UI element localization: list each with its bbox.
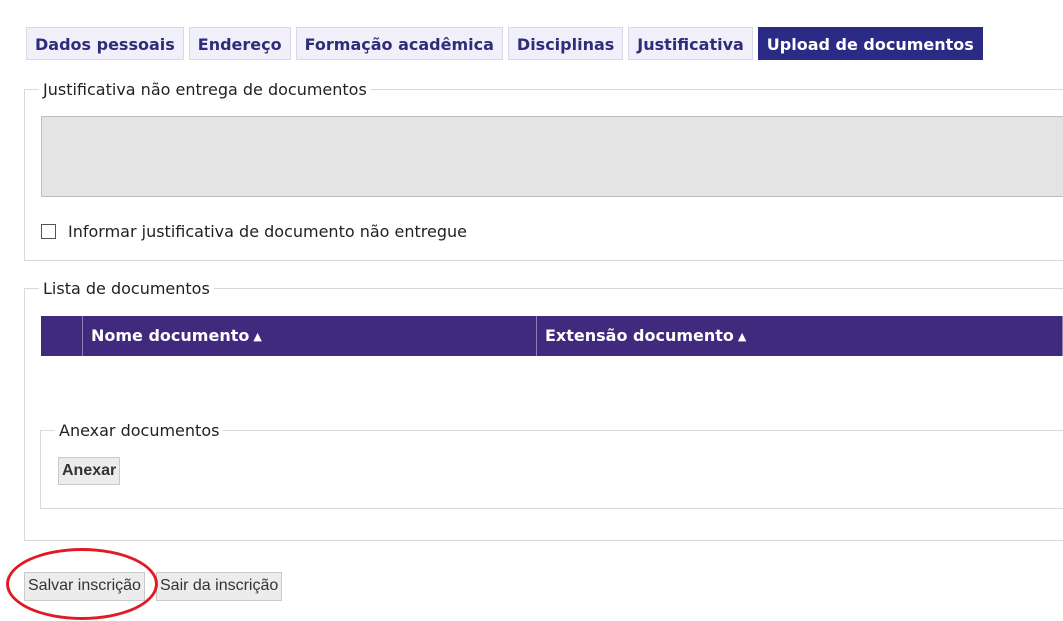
tab-bar: Dados pessoais Endereço Formação acadêmi…: [26, 27, 983, 60]
anexar-button[interactable]: Anexar: [58, 457, 121, 485]
column-header-extensao-documento[interactable]: Extensão documento ▲︎: [537, 316, 1063, 356]
justificativa-legend: Justificativa não entrega de documentos: [43, 80, 367, 99]
anexar-documentos-legend: Anexar documentos: [59, 421, 220, 440]
table-header-select-column: [41, 316, 83, 356]
tab-disciplinas[interactable]: Disciplinas: [507, 27, 624, 60]
exit-button[interactable]: Sair da inscrição: [156, 572, 283, 601]
justificativa-checkbox[interactable]: [41, 224, 56, 239]
column-header-label: Extensão documento: [545, 326, 734, 345]
sort-icon[interactable]: ▲︎: [253, 330, 261, 343]
documents-table-header: Nome documento ▲︎ Extensão documento ▲︎: [41, 316, 1063, 356]
tab-justificativa[interactable]: Justificativa: [628, 27, 753, 60]
justificativa-checkbox-label[interactable]: Informar justificativa de documento não …: [68, 222, 467, 241]
justificativa-checkbox-row: Informar justificativa de documento não …: [41, 222, 467, 241]
column-header-label: Nome documento: [91, 326, 250, 345]
tab-upload-documentos[interactable]: Upload de documentos: [757, 27, 983, 60]
tab-formacao-academica[interactable]: Formação acadêmica: [295, 27, 503, 60]
anexar-documentos-fieldset: Anexar documentos: [40, 421, 1063, 509]
save-button[interactable]: Salvar inscrição: [24, 572, 145, 601]
tab-dados-pessoais[interactable]: Dados pessoais: [26, 27, 184, 60]
justificativa-textarea[interactable]: [41, 116, 1063, 197]
lista-documentos-legend: Lista de documentos: [43, 279, 210, 298]
tab-endereco[interactable]: Endereço: [188, 27, 291, 60]
column-header-nome-documento[interactable]: Nome documento ▲︎: [83, 316, 537, 356]
sort-icon[interactable]: ▲︎: [738, 330, 746, 343]
